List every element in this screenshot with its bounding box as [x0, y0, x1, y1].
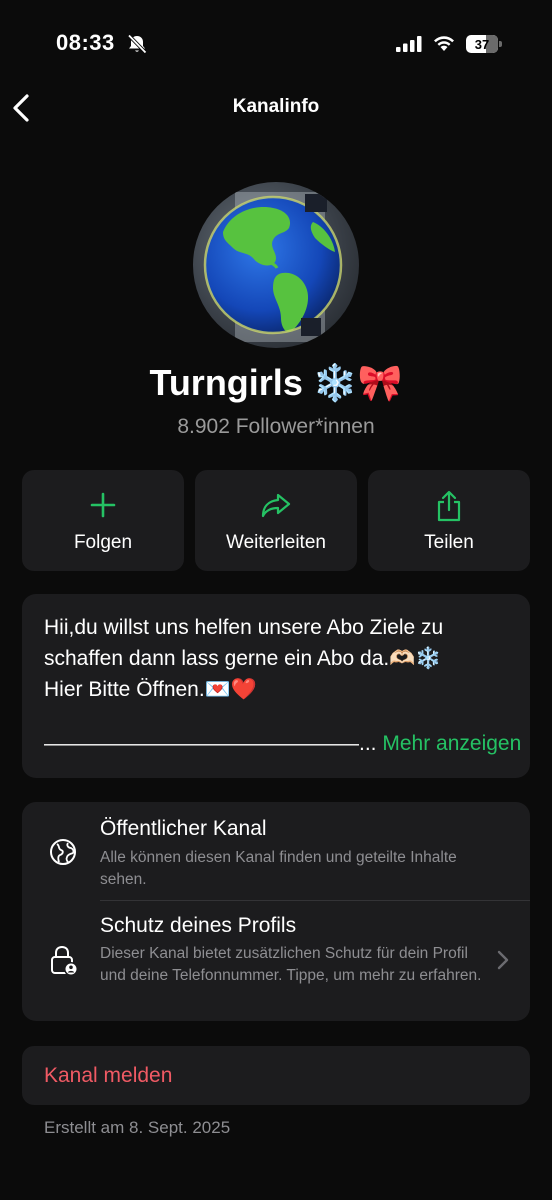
share-label: Teilen — [424, 532, 474, 553]
description-line: ———————————————... — [44, 732, 377, 755]
battery-level: 37 — [474, 36, 490, 52]
public-channel-subtitle: Alle können diesen Kanal finden und gete… — [100, 849, 457, 888]
public-channel-title: Öffentlicher Kanal — [100, 817, 267, 840]
status-time: 08:33 — [56, 30, 115, 55]
report-channel-button[interactable]: Kanal melden — [22, 1046, 530, 1105]
globe-image — [203, 192, 343, 342]
forward-label: Weiterleiten — [226, 532, 326, 553]
report-channel-label: Kanal melden — [44, 1064, 173, 1087]
battery-icon: 37 — [466, 35, 502, 53]
description-line: Hier Bitte Öffnen.💌❤️ — [44, 678, 257, 701]
wifi-icon — [434, 36, 454, 51]
chevron-right-icon — [497, 950, 509, 970]
description-truncated-line: ———————————————... Mehr anzeigen — [44, 728, 521, 759]
share-icon — [437, 490, 461, 522]
cellular-signal-icon — [396, 36, 422, 52]
channel-description: Hii,du willst uns helfen unsere Abo Ziel… — [22, 594, 530, 778]
status-bar: 08:33 37 — [0, 0, 552, 90]
channel-name: Turngirls ❄️🎀 — [149, 362, 403, 403]
lock-person-icon — [51, 945, 78, 976]
page-title: Kanalinfo — [232, 96, 320, 117]
show-more-link[interactable]: Mehr anzeigen — [382, 732, 521, 755]
profile-protection-row[interactable]: Schutz deines Profils Dieser Kanal biete… — [22, 900, 530, 1021]
follow-button[interactable]: Folgen — [22, 470, 184, 571]
globe-icon — [50, 839, 76, 865]
channel-info-screen: 08:33 37 Kanalinfo Turngirls ❄️🎀 8.902 F… — [0, 0, 552, 1200]
forward-button[interactable]: Weiterleiten — [195, 470, 357, 571]
created-date: Erstellt am 8. Sept. 2025 — [44, 1118, 231, 1137]
bell-muted-icon — [127, 34, 147, 54]
follow-label: Folgen — [73, 532, 133, 553]
follower-count: 8.902 Follower*innen — [177, 415, 375, 438]
profile-protection-subtitle: Dieser Kanal bietet zusätzlichen Schutz … — [100, 945, 482, 984]
forward-arrow-icon — [261, 493, 291, 518]
description-line: schaffen dann lass gerne ein Abo da.🫶🏻❄️ — [44, 647, 442, 670]
plus-icon — [90, 492, 116, 518]
profile-protection-title: Schutz deines Profils — [100, 914, 297, 937]
public-channel-row: Öffentlicher Kanal Alle können diesen Ka… — [22, 802, 530, 900]
share-button[interactable]: Teilen — [368, 470, 530, 571]
channel-avatar[interactable] — [193, 182, 359, 348]
description-line: Hii,du willst uns helfen unsere Abo Ziel… — [44, 616, 444, 639]
channel-info-card: Öffentlicher Kanal Alle können diesen Ka… — [22, 802, 530, 1021]
